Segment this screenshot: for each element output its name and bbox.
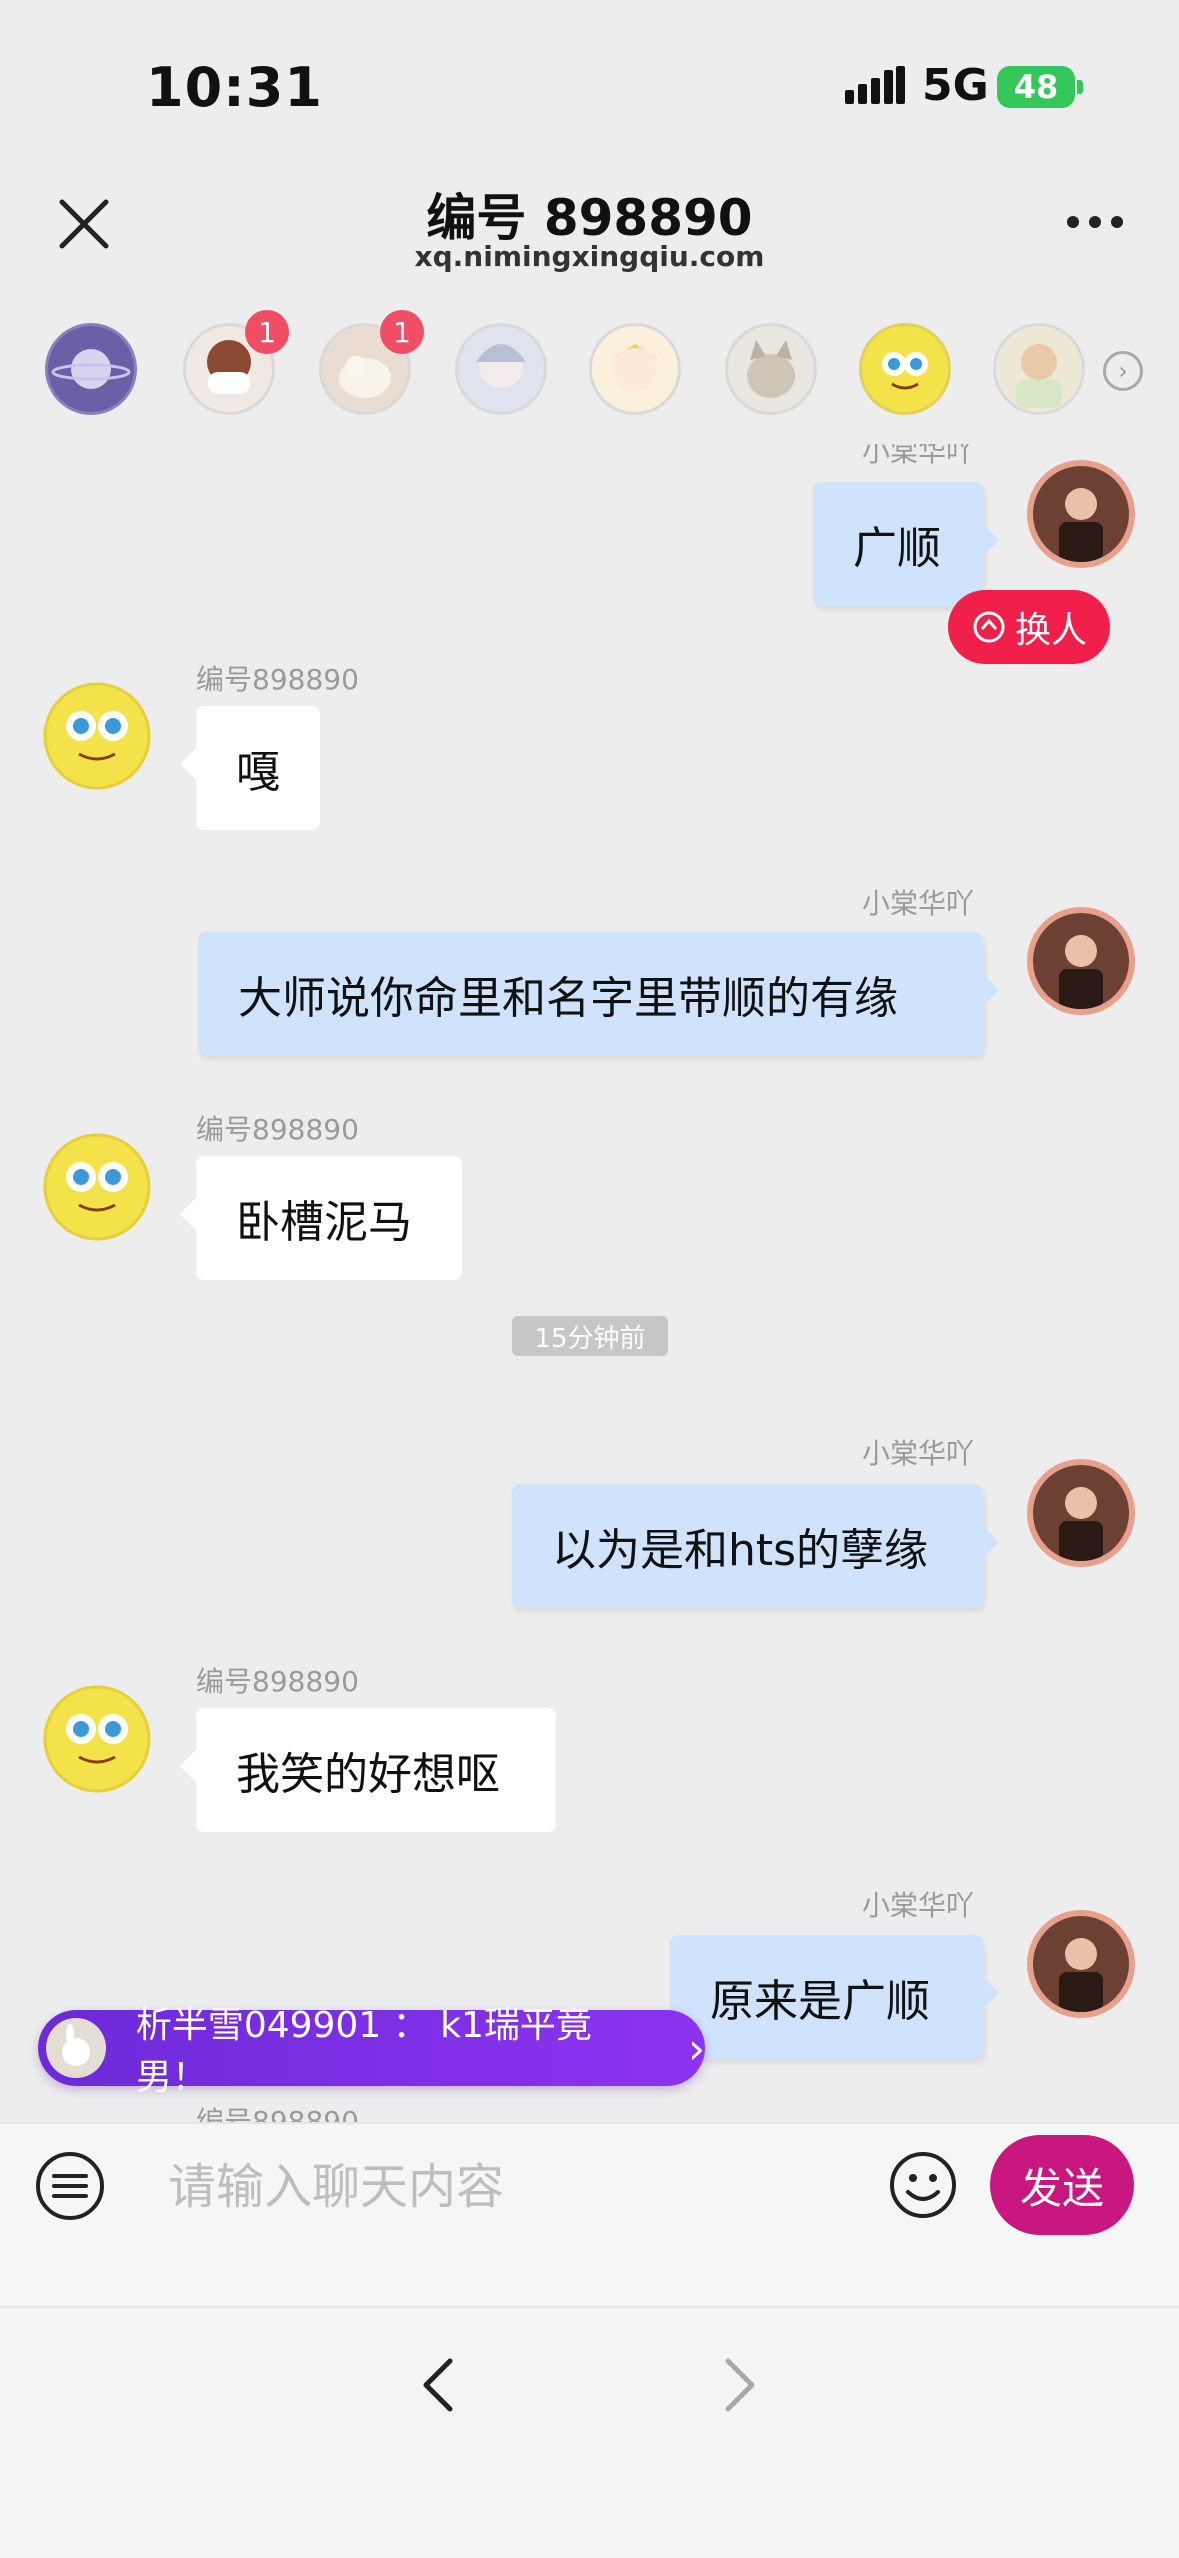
planet-avatar[interactable] [45, 323, 137, 415]
planet-icon [51, 349, 131, 389]
back-icon[interactable] [418, 2355, 458, 2415]
page-subtitle: xq.nimingxingqiu.com [414, 240, 765, 273]
battery-cap [1077, 80, 1083, 94]
send-button[interactable]: 发送 [990, 2135, 1134, 2235]
self-avatar[interactable] [1027, 907, 1135, 1015]
strip-avatar-7[interactable] [993, 323, 1085, 415]
message-timestamp: 15分钟前 [512, 1316, 668, 1356]
message-bubble-partner: 卧槽泥马 [180, 1156, 462, 1280]
message-bubble-self: 大师说你命里和名字里带顺的有缘 [198, 932, 999, 1056]
message-bubble-self: 广顺 [813, 482, 999, 606]
unread-badge: 1 [245, 310, 289, 354]
partner-avatar[interactable] [43, 1133, 151, 1241]
message-bubble-self: 以为是和hts的孽缘 [512, 1484, 999, 1608]
sender-name: 小棠华吖 [862, 887, 975, 920]
self-avatar[interactable] [1027, 1459, 1135, 1567]
menu-icon[interactable] [34, 2150, 106, 2222]
status-time: 10:31 [146, 56, 323, 119]
swap-icon [973, 611, 1005, 643]
swap-label: 换人 [1014, 610, 1087, 651]
strip-avatar-4[interactable] [589, 323, 681, 415]
sender-name: 编号898890 [196, 1665, 359, 1698]
battery-level: 48 [1013, 68, 1059, 106]
self-avatar[interactable] [1027, 1910, 1135, 2018]
sender-name-partial: 编号898890 [196, 2105, 359, 2122]
more-icon[interactable] [1065, 214, 1125, 230]
partner-avatar[interactable] [43, 682, 151, 790]
notice-banner[interactable]: 析半雪049901 ： k1瑞平竟男！ › [38, 2005, 705, 2098]
strip-avatar-5[interactable] [725, 323, 817, 415]
notice-text: 析半雪049901 ： k1瑞平竟男！ [135, 2005, 592, 2098]
sender-name: 小棠华吖 [862, 1437, 975, 1470]
emoji-icon[interactable] [888, 2150, 958, 2220]
unread-badge: 1 [380, 310, 424, 354]
battery-indicator: 48 [997, 66, 1075, 108]
chat-input[interactable] [166, 2150, 870, 2224]
forward-icon[interactable] [720, 2355, 760, 2415]
partner-avatar[interactable] [43, 1685, 151, 1793]
message-bubble-partner: 我笑的好想呕 [180, 1708, 556, 1832]
notice-avatar [46, 2018, 106, 2078]
strip-avatar-3[interactable] [455, 323, 547, 415]
message-bubble-partner: 嘎 [180, 706, 320, 830]
sender-name: 小棠华吖 [862, 1889, 975, 1922]
strip-next-button[interactable]: › [1103, 351, 1143, 391]
browser-bottom-bar [0, 2306, 1179, 2558]
swap-person-button[interactable]: 换人 [948, 590, 1110, 664]
sender-name-partial: 小棠华吖 [862, 435, 975, 468]
signal-icon [845, 66, 905, 104]
message-bubble-self: 原来是广顺 [670, 1935, 999, 2059]
sender-name: 编号898890 [196, 1113, 359, 1146]
notice-arrow-icon: › [688, 2023, 705, 2073]
strip-avatar-spongebob[interactable] [859, 323, 951, 415]
network-label: 5G [922, 60, 989, 111]
sender-name: 编号898890 [196, 663, 359, 696]
self-avatar[interactable] [1027, 460, 1135, 568]
